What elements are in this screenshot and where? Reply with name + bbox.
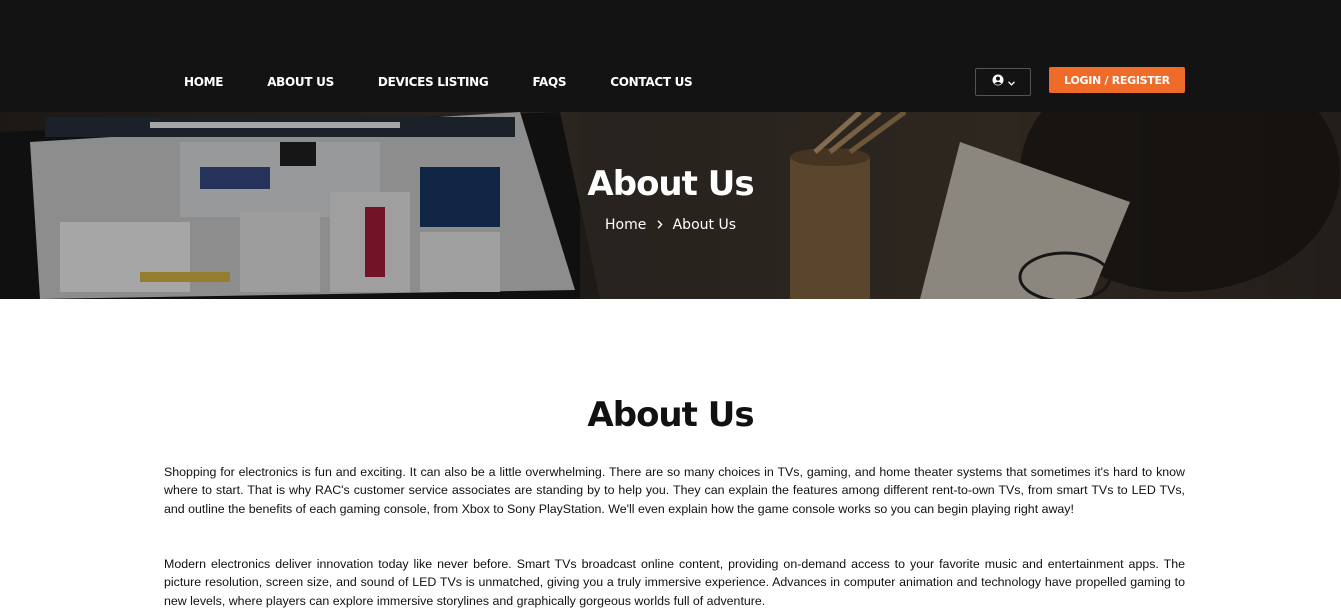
login-register-button[interactable]: LOGIN / REGISTER <box>1049 67 1185 93</box>
page-title: About Us <box>587 395 754 435</box>
nav-contact-us[interactable]: CONTACT US <box>610 74 692 90</box>
about-paragraph-2: Modern electronics deliver innovation to… <box>164 557 1185 608</box>
site-header: HOME ABOUT US DEVICES LISTING FAQS CONTA… <box>0 0 1341 112</box>
chevron-right-icon <box>657 218 667 232</box>
about-paragraph-1: Shopping for electronics is fun and exci… <box>164 465 1185 516</box>
nav-faqs[interactable]: FAQS <box>532 74 566 90</box>
user-menu-button[interactable] <box>975 68 1031 96</box>
breadcrumb-home-link[interactable]: Home <box>605 217 646 233</box>
banner-title: About Us <box>587 164 754 204</box>
nav-home[interactable]: HOME <box>184 74 223 90</box>
breadcrumb: Home About Us <box>0 217 1341 233</box>
user-circle-icon <box>992 73 1004 91</box>
main-nav: HOME ABOUT US DEVICES LISTING FAQS CONTA… <box>184 74 736 90</box>
chevron-down-icon <box>1007 73 1015 91</box>
breadcrumb-current: About Us <box>672 217 736 233</box>
nav-about-us[interactable]: ABOUT US <box>267 74 334 90</box>
banner-overlay <box>0 112 1341 299</box>
page-banner: About Us Home About Us <box>0 112 1341 299</box>
nav-devices-listing[interactable]: DEVICES LISTING <box>378 74 489 90</box>
